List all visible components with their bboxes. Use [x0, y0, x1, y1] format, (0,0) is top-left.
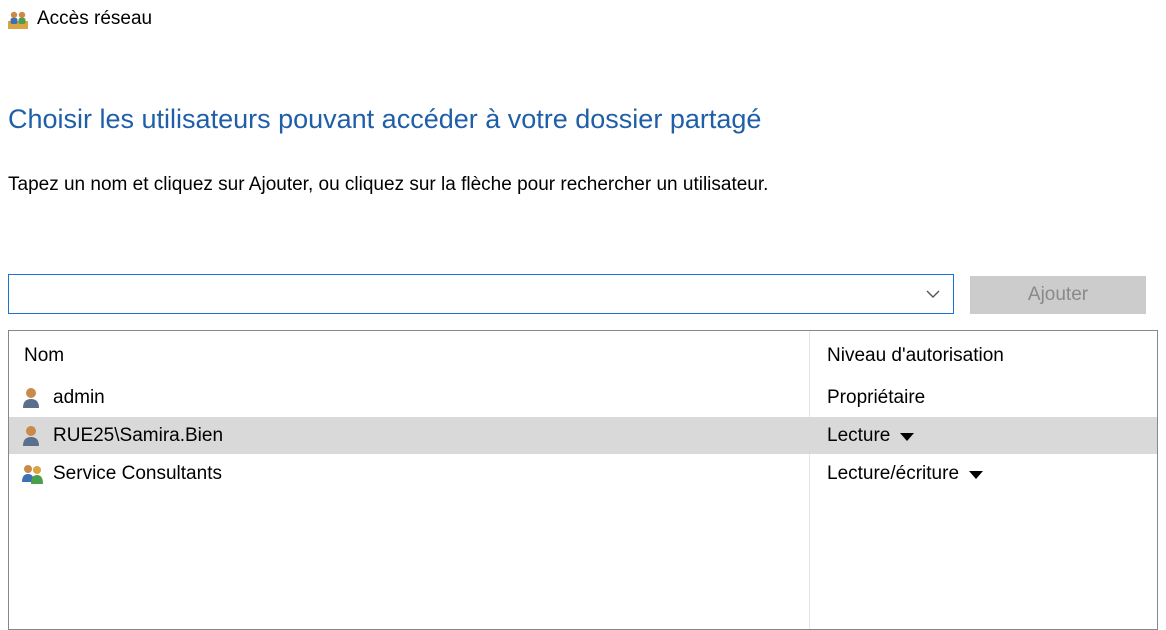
- user-name: admin: [53, 387, 105, 408]
- user-name: RUE25\Samira.Bien: [53, 425, 224, 446]
- list-header: Nom Niveau d'autorisation: [9, 341, 1157, 373]
- permission-label: Lecture: [827, 425, 891, 446]
- chevron-down-icon[interactable]: [913, 275, 953, 313]
- user-name-combobox[interactable]: [8, 274, 954, 314]
- instructions-text: Tapez un nom et cliquez sur Ajouter, ou …: [8, 174, 769, 195]
- user-name-cell: Service Consultants: [21, 463, 222, 485]
- group-icon: [21, 463, 45, 485]
- window-title-bar: Accès réseau: [8, 6, 152, 32]
- permission-dropdown[interactable]: Lecture: [827, 425, 915, 447]
- table-row[interactable]: RUE25\Samira.Bien Lecture: [9, 417, 1157, 454]
- user-name: Service Consultants: [53, 463, 222, 484]
- add-button[interactable]: Ajouter: [970, 276, 1146, 314]
- column-header-permission[interactable]: Niveau d'autorisation: [827, 345, 1004, 367]
- window-title: Accès réseau: [37, 8, 153, 29]
- column-header-name[interactable]: Nom: [24, 345, 64, 367]
- page-heading: Choisir les utilisateurs pouvant accéder…: [8, 104, 762, 134]
- permission-label: Propriétaire: [827, 387, 926, 408]
- dropdown-triangle-icon[interactable]: [900, 433, 915, 441]
- users-list: Nom Niveau d'autorisation admin Propriét…: [8, 330, 1158, 630]
- user-name-input[interactable]: [15, 279, 909, 311]
- permission-dropdown[interactable]: Lecture/écriture: [827, 463, 984, 485]
- network-users-icon: [8, 9, 28, 29]
- table-row[interactable]: admin Propriétaire: [9, 379, 1157, 416]
- user-name-cell: admin: [21, 387, 105, 409]
- table-row[interactable]: Service Consultants Lecture/écriture: [9, 455, 1157, 492]
- dropdown-triangle-icon[interactable]: [969, 471, 984, 479]
- user-name-cell: RUE25\Samira.Bien: [21, 425, 223, 447]
- user-icon: [21, 387, 45, 409]
- user-icon: [21, 425, 45, 447]
- permission-cell: Propriétaire: [827, 387, 925, 409]
- permission-label: Lecture/écriture: [827, 463, 960, 484]
